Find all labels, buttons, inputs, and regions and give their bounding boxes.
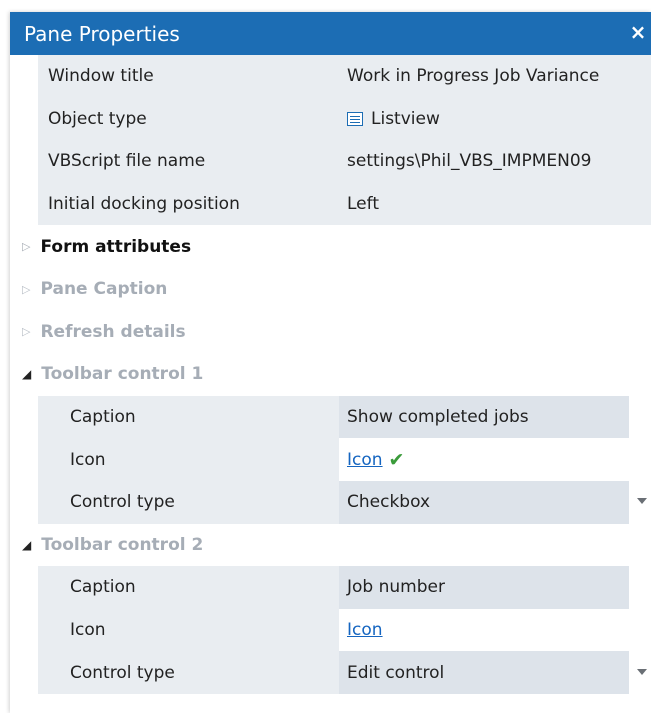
group-pane-caption[interactable]: ▷ Pane Caption: [10, 268, 651, 311]
pane-properties-panel: Pane Properties × Window title Work in P…: [10, 12, 651, 713]
property-value[interactable]: Work in Progress Job Variance: [339, 55, 651, 98]
icon-link[interactable]: Icon: [347, 620, 383, 640]
property-row-window-title[interactable]: Window title Work in Progress Job Varian…: [10, 55, 651, 98]
property-value[interactable]: Left: [339, 182, 651, 226]
property-label: Initial docking position: [38, 182, 339, 226]
property-value-cell: Icon: [339, 608, 651, 652]
property-row-vbscript-file[interactable]: VBScript file name settings\Phil_VBS_IMP…: [10, 140, 651, 183]
collapse-arrow-icon[interactable]: ◢: [22, 367, 31, 381]
group-refresh-details[interactable]: ▷ Refresh details: [10, 311, 651, 354]
group-toolbar-control-2[interactable]: ◢ Toolbar control 2: [10, 524, 651, 567]
property-row-docking-position[interactable]: Initial docking position Left: [10, 182, 651, 226]
panel-title: Pane Properties: [24, 22, 180, 46]
dropdown-arrow-icon[interactable]: [637, 498, 647, 505]
property-label: Control type: [38, 480, 339, 524]
property-label: Caption: [38, 395, 339, 439]
property-value-cell: Icon ✔: [339, 438, 651, 481]
control-type-select[interactable]: Edit control: [339, 651, 629, 694]
property-grid: Window title Work in Progress Job Varian…: [10, 55, 651, 694]
property-label: VBScript file name: [38, 140, 339, 183]
icon-link[interactable]: Icon: [347, 450, 383, 470]
property-label: Icon: [38, 438, 339, 481]
group-toolbar-control-1[interactable]: ◢ Toolbar control 1: [10, 353, 651, 396]
property-label: Caption: [38, 566, 339, 609]
dropdown-arrow-icon[interactable]: [637, 668, 647, 675]
property-label: Window title: [38, 55, 339, 98]
group-label: Form attributes: [40, 236, 192, 257]
expand-arrow-icon[interactable]: ▷: [22, 283, 30, 296]
tc1-control-type-row[interactable]: Control type Checkbox: [10, 480, 651, 524]
tc2-caption-row[interactable]: Caption Job number: [10, 566, 651, 609]
group-label: Toolbar control 2: [41, 534, 204, 555]
expand-arrow-icon[interactable]: ▷: [22, 325, 30, 338]
group-label: Refresh details: [40, 321, 186, 342]
tc1-icon-row[interactable]: Icon Icon ✔: [10, 438, 651, 481]
property-value[interactable]: Job number: [339, 566, 629, 609]
property-value-cell[interactable]: Listview: [339, 97, 651, 141]
group-label: Toolbar control 1: [41, 364, 204, 385]
property-row-object-type[interactable]: Object type Listview: [10, 97, 651, 141]
property-label: Control type: [38, 651, 339, 694]
tc2-icon-row[interactable]: Icon Icon: [10, 608, 651, 652]
property-value: Listview: [371, 108, 440, 129]
expand-arrow-icon[interactable]: ▷: [22, 240, 30, 253]
listview-icon: [347, 111, 363, 126]
checkmark-icon: ✔: [388, 448, 405, 471]
control-type-select[interactable]: Checkbox: [339, 480, 629, 524]
property-label: Object type: [38, 97, 339, 141]
tc1-caption-row[interactable]: Caption Show completed jobs: [10, 395, 651, 439]
titlebar: Pane Properties ×: [10, 12, 651, 55]
property-value[interactable]: Show completed jobs: [339, 395, 629, 439]
property-value[interactable]: settings\Phil_VBS_IMPMEN09: [339, 140, 651, 183]
property-label: Icon: [38, 608, 339, 652]
group-label: Pane Caption: [40, 279, 168, 300]
collapse-arrow-icon[interactable]: ◢: [22, 538, 31, 552]
group-form-attributes[interactable]: ▷ Form attributes: [10, 225, 651, 268]
tc2-control-type-row[interactable]: Control type Edit control: [10, 651, 651, 694]
close-icon[interactable]: ×: [627, 20, 649, 44]
